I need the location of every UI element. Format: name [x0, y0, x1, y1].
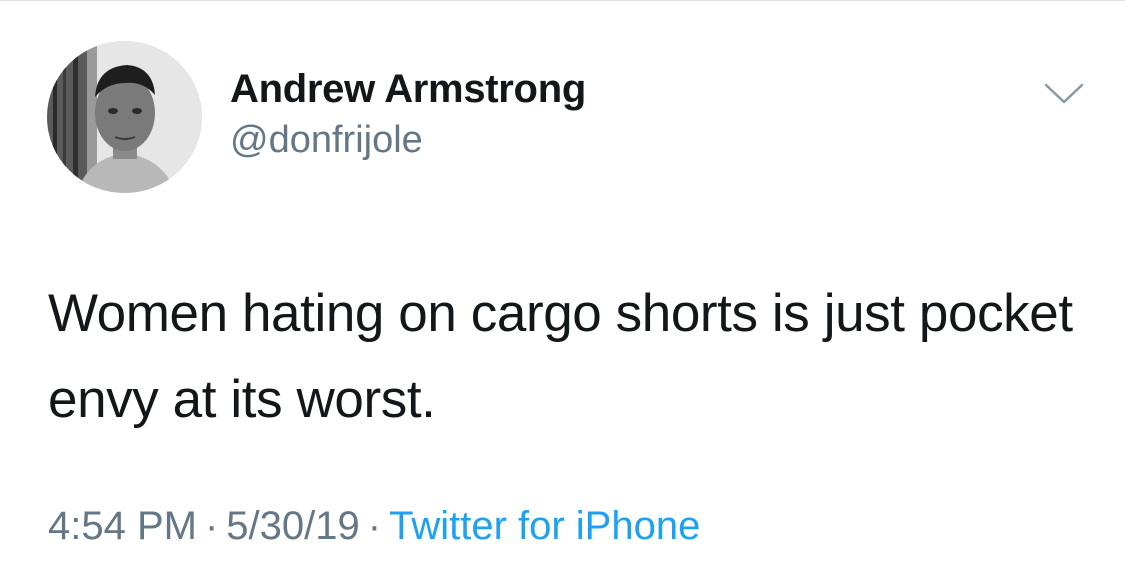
tweet-meta: 4:54 PM · 5/30/19 · Twitter for iPhone	[48, 504, 700, 549]
tweet-date[interactable]: 5/30/19	[226, 504, 359, 548]
tweet-card: Andrew Armstrong @donfrijole Women hatin…	[0, 0, 1125, 582]
meta-separator: ·	[367, 504, 382, 548]
user-handle[interactable]: @donfrijole	[230, 119, 423, 162]
meta-separator: ·	[204, 504, 219, 548]
tweet-text: Women hating on cargo shorts is just poc…	[48, 284, 1073, 429]
tweet-source-link[interactable]: Twitter for iPhone	[389, 504, 700, 548]
chevron-down-icon[interactable]	[1044, 83, 1084, 105]
avatar[interactable]	[47, 41, 202, 193]
tweet-time: 4:54 PM	[48, 504, 197, 548]
display-name[interactable]: Andrew Armstrong	[230, 67, 586, 112]
